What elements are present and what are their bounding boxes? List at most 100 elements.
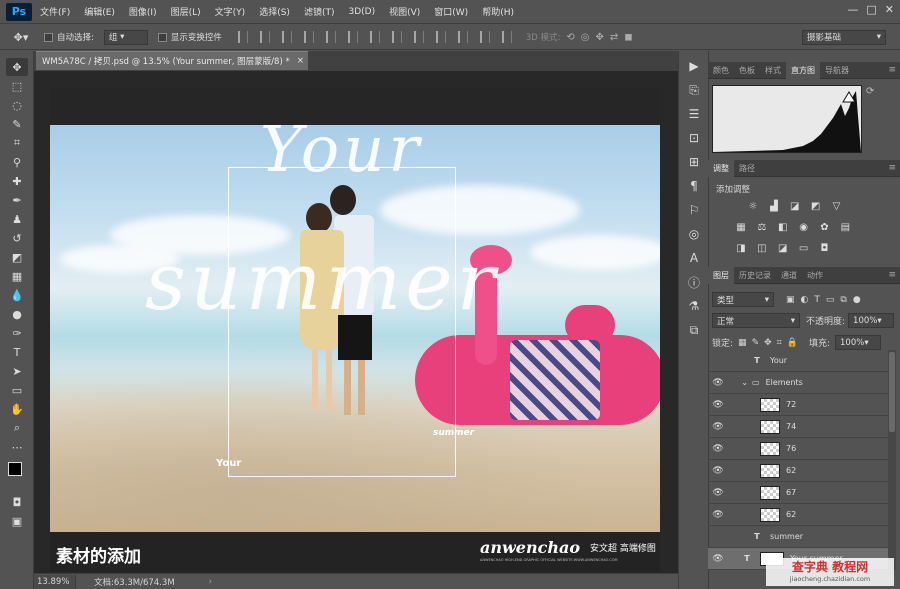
character-icon[interactable]: ⚐ [684,201,704,219]
scrollbar-thumb[interactable] [889,352,895,432]
menu-edit[interactable]: 编辑(E) [84,5,115,18]
type-tool-icon[interactable]: T [6,343,28,361]
selection-frame[interactable] [228,167,456,477]
histogram-refresh-icon[interactable]: ⟳ [866,86,874,97]
layer-row-your[interactable]: T Your [708,350,888,372]
panel-menu-icon[interactable]: ≡ [888,65,896,75]
tab-channels[interactable]: 通道 [776,267,802,284]
visibility-eye-icon[interactable]: 👁 [708,422,728,432]
black-white-icon[interactable]: ◧ [777,221,789,233]
menu-select[interactable]: 选择(S) [259,5,290,18]
lock-all-icon[interactable]: 🔒 [787,338,798,348]
move-tool-icon[interactable]: ✥ [6,58,28,76]
distribute-middle-icon[interactable] [391,31,402,43]
color-balance-icon[interactable]: ⚖ [756,221,768,233]
align-bottom-icon[interactable] [281,31,292,43]
tab-actions[interactable]: 动作 [802,267,828,284]
lock-artboard-icon[interactable]: ⌗ [777,338,782,348]
maximize-button[interactable]: □ [866,3,876,16]
visibility-eye-icon[interactable]: 👁 [708,466,728,476]
levels-icon[interactable]: ▟ [768,200,780,212]
layer-row-72[interactable]: 👁 72 [708,394,888,416]
healing-brush-tool-icon[interactable]: ✚ [6,172,28,190]
auto-align-icon[interactable] [501,31,512,43]
properties-icon[interactable]: ☰ [684,105,704,123]
layer-row-62b[interactable]: 👁 62 [708,504,888,526]
layer-row-74[interactable]: 👁 74 [708,416,888,438]
tab-swatches[interactable]: 色板 [734,62,760,79]
layers-scrollbar[interactable] [888,350,896,570]
distribute-left-icon[interactable] [435,31,446,43]
selective-color-icon[interactable]: ◘ [819,242,831,254]
tab-color[interactable]: 颜色 [708,62,734,79]
layer-row-62a[interactable]: 👁 62 [708,460,888,482]
visibility-eye-icon[interactable]: 👁 [708,378,728,388]
color-swatches[interactable] [0,458,33,492]
distribute-center-icon[interactable] [457,31,468,43]
filter-toggle-icon[interactable]: ● [853,295,861,305]
dodge-tool-icon[interactable]: ● [6,305,28,323]
lasso-tool-icon[interactable]: ◌ [6,96,28,114]
pen-tool-icon[interactable]: ✑ [6,324,28,342]
zoom-level[interactable]: 13.89% [34,574,76,589]
filter-shape-icon[interactable]: ▭ [826,295,835,305]
menu-type[interactable]: 文字(Y) [215,5,246,18]
lock-pixels-icon[interactable]: ✎ [752,338,760,348]
menu-window[interactable]: 窗口(W) [434,5,468,18]
layer-row-76[interactable]: 👁 76 [708,438,888,460]
menu-help[interactable]: 帮助(H) [482,5,514,18]
menu-file[interactable]: 文件(F) [40,5,70,18]
layer-row-67[interactable]: 👁 67 [708,482,888,504]
tab-layers[interactable]: 图层 [708,266,734,284]
distribute-right-icon[interactable] [479,31,490,43]
layer-row-elements-group[interactable]: 👁 ⌄ ▭ Elements [708,372,888,394]
align-center-icon[interactable] [325,31,336,43]
invert-icon[interactable]: ◨ [735,242,747,254]
clone-stamp-tool-icon[interactable]: ♟ [6,210,28,228]
menu-filter[interactable]: 滤镜(T) [304,5,335,18]
tab-navigator[interactable]: 导航器 [820,62,854,79]
filter-adjustment-icon[interactable]: ◐ [801,295,809,305]
align-top-icon[interactable] [237,31,248,43]
move-tool-preset-icon[interactable]: ✥▾ [8,28,34,46]
visibility-eye-icon[interactable]: 👁 [708,510,728,520]
layer-row-summer[interactable]: T summer [708,526,888,548]
gradient-map-icon[interactable]: ▭ [798,242,810,254]
minimize-button[interactable]: — [847,3,858,16]
edit-toolbar-icon[interactable]: ⋯ [6,438,28,456]
filter-pixel-icon[interactable]: ▣ [786,295,795,305]
gradient-tool-icon[interactable]: ▦ [6,267,28,285]
close-button[interactable]: ✕ [885,3,894,16]
photo-filter-icon[interactable]: ◉ [798,221,810,233]
vibrance-icon[interactable]: ▽ [831,200,843,212]
group-expand-chevron-icon[interactable]: ⌄ [728,378,748,387]
auto-select-checkbox[interactable]: 自动选择: [40,30,98,45]
color-lookup-icon[interactable]: ▤ [839,221,851,233]
shape-tool-icon[interactable]: ▭ [6,381,28,399]
align-middle-icon[interactable] [259,31,270,43]
info-icon[interactable]: ⓘ [684,273,704,291]
close-tab-icon[interactable]: × [297,56,304,66]
brightness-contrast-icon[interactable]: ☼ [747,200,759,212]
eraser-tool-icon[interactable]: ◩ [6,248,28,266]
visibility-eye-icon[interactable]: 👁 [708,488,728,498]
history-brush-tool-icon[interactable]: ↺ [6,229,28,247]
opacity-input[interactable]: 100% ▾ [848,313,895,328]
threshold-icon[interactable]: ◪ [777,242,789,254]
visibility-eye-icon[interactable]: 👁 [708,444,728,454]
posterize-icon[interactable]: ◫ [756,242,768,254]
document-image[interactable]: Your summer Your summer [50,125,660,532]
menu-view[interactable]: 视图(V) [389,5,420,18]
curves-icon[interactable]: ◪ [789,200,801,212]
lock-position-icon[interactable]: ✥ [764,338,772,348]
distribute-top-icon[interactable] [369,31,380,43]
brush-tool-icon[interactable]: ✒ [6,191,28,209]
play-icon[interactable]: ▶ [684,57,704,75]
menu-image[interactable]: 图像(I) [129,5,157,18]
filter-smart-icon[interactable]: ⧉ [840,295,846,305]
history-icon[interactable]: ⎘ [684,81,704,99]
brush-settings-icon[interactable]: ⊡ [684,129,704,147]
tab-history[interactable]: 历史记录 [734,267,776,284]
workspace-dropdown[interactable]: 摄影基础 ▾ [802,29,886,45]
blur-tool-icon[interactable]: 💧 [6,286,28,304]
